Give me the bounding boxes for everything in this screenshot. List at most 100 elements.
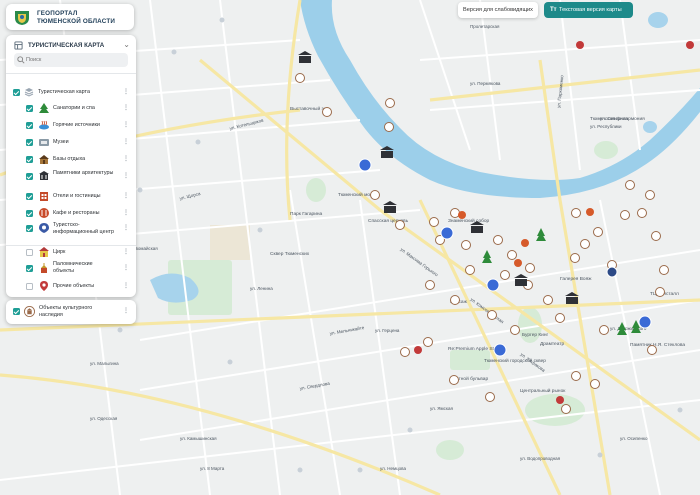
heritage-marker[interactable] bbox=[423, 337, 433, 347]
text-version-button[interactable]: Тт Текстовая версия карты bbox=[544, 2, 633, 18]
heritage-marker[interactable] bbox=[561, 404, 571, 414]
heritage-marker[interactable] bbox=[543, 295, 553, 305]
location-marker[interactable] bbox=[686, 41, 694, 49]
chevron-down-icon[interactable]: ⌄ bbox=[123, 40, 130, 49]
heritage-marker[interactable] bbox=[485, 392, 495, 402]
heritage-marker[interactable] bbox=[599, 325, 609, 335]
hotel-marker[interactable] bbox=[514, 259, 522, 267]
layer-group-row[interactable]: Туристическая карта ⋮ bbox=[6, 86, 136, 100]
more-options-icon[interactable]: ⋮ bbox=[123, 248, 129, 255]
layer-row-museums[interactable]: Музеи ⋮ bbox=[6, 135, 136, 149]
checkbox[interactable] bbox=[26, 249, 33, 256]
heritage-marker[interactable] bbox=[570, 253, 580, 263]
more-options-icon[interactable]: ⋮ bbox=[123, 155, 129, 162]
heritage-layer-panel[interactable]: Объекты культурного наследия ⋮ bbox=[6, 300, 136, 324]
heritage-marker[interactable] bbox=[659, 265, 669, 275]
heritage-marker[interactable] bbox=[465, 265, 475, 275]
heritage-marker[interactable] bbox=[461, 240, 471, 250]
layer-row-pilgrimage[interactable]: Паломнические объекты ⋮ bbox=[6, 260, 136, 278]
info-center-marker[interactable] bbox=[486, 278, 500, 292]
checkbox[interactable] bbox=[13, 308, 20, 315]
layer-row-info-center[interactable]: Туристско-информационный центр ⋮ bbox=[6, 221, 136, 243]
heritage-marker[interactable] bbox=[400, 347, 410, 357]
search-field[interactable] bbox=[14, 53, 128, 67]
heritage-marker[interactable] bbox=[295, 73, 305, 83]
search-input[interactable] bbox=[26, 55, 122, 65]
more-options-icon[interactable]: ⋮ bbox=[123, 172, 129, 179]
checkbox[interactable] bbox=[26, 193, 33, 200]
layer-row-hot-springs[interactable]: Горячие источники ⋮ bbox=[6, 118, 136, 132]
info-center-marker[interactable] bbox=[358, 158, 372, 172]
more-options-icon[interactable]: ⋮ bbox=[123, 88, 129, 95]
heritage-marker[interactable] bbox=[449, 375, 459, 385]
more-options-icon[interactable]: ⋮ bbox=[123, 209, 129, 216]
heritage-marker[interactable] bbox=[384, 122, 394, 132]
checkbox[interactable] bbox=[26, 210, 33, 217]
more-options-icon[interactable]: ⋮ bbox=[123, 121, 129, 128]
heritage-marker[interactable] bbox=[385, 98, 395, 108]
layer-row-recreation[interactable]: Базы отдыха ⋮ bbox=[6, 152, 136, 166]
low-vision-button[interactable]: Версия для слабовидящих bbox=[458, 2, 538, 18]
heritage-marker[interactable] bbox=[593, 227, 603, 237]
heritage-marker[interactable] bbox=[637, 208, 647, 218]
more-options-icon[interactable]: ⋮ bbox=[123, 104, 129, 111]
heritage-marker[interactable] bbox=[510, 325, 520, 335]
layer-row-hotels[interactable]: Отели и гостиницы ⋮ bbox=[6, 189, 136, 203]
hotel-marker[interactable] bbox=[586, 208, 594, 216]
cafe-marker[interactable] bbox=[556, 396, 564, 404]
location-marker[interactable] bbox=[576, 41, 584, 49]
layer-row-circus[interactable]: Цирк ⋮ bbox=[6, 245, 136, 259]
heritage-marker[interactable] bbox=[395, 220, 405, 230]
heritage-marker[interactable] bbox=[620, 210, 630, 220]
heritage-marker[interactable] bbox=[590, 379, 600, 389]
checkbox[interactable] bbox=[26, 139, 33, 146]
info-center-marker[interactable] bbox=[493, 343, 507, 357]
info-center-marker[interactable] bbox=[440, 226, 454, 240]
checkbox[interactable] bbox=[13, 89, 20, 96]
heritage-marker[interactable] bbox=[651, 231, 661, 241]
heritage-marker[interactable] bbox=[655, 287, 665, 297]
heritage-marker[interactable] bbox=[450, 208, 460, 218]
cafe-marker[interactable] bbox=[414, 346, 422, 354]
info-center-marker[interactable] bbox=[606, 266, 618, 278]
heritage-marker[interactable] bbox=[580, 239, 590, 249]
heritage-marker[interactable] bbox=[555, 313, 565, 323]
heritage-marker[interactable] bbox=[487, 310, 497, 320]
heritage-marker[interactable] bbox=[500, 270, 510, 280]
info-center-marker[interactable] bbox=[638, 315, 652, 329]
heritage-marker[interactable] bbox=[647, 345, 657, 355]
hotel-marker[interactable] bbox=[458, 211, 466, 219]
heritage-marker[interactable] bbox=[525, 263, 535, 273]
more-options-icon[interactable]: ⋮ bbox=[123, 192, 129, 199]
layer-row-monuments[interactable]: Памятники архитектуры ⋮ bbox=[6, 168, 136, 186]
more-options-icon[interactable]: ⋮ bbox=[123, 307, 129, 314]
layer-group-header[interactable]: ТУРИСТИЧЕСКАЯ КАРТА ⌄ bbox=[14, 39, 132, 53]
layer-row-cafes[interactable]: Кафе и рестораны ⋮ bbox=[6, 206, 136, 220]
more-options-icon[interactable]: ⋮ bbox=[123, 264, 129, 271]
more-options-icon[interactable]: ⋮ bbox=[123, 138, 129, 145]
checkbox[interactable] bbox=[26, 225, 33, 232]
checkbox[interactable] bbox=[26, 122, 33, 129]
layer-row-sanatorium[interactable]: Санатории и спа ⋮ bbox=[6, 101, 136, 115]
heritage-marker[interactable] bbox=[571, 371, 581, 381]
checkbox[interactable] bbox=[26, 105, 33, 112]
more-options-icon[interactable]: ⋮ bbox=[123, 282, 129, 289]
heritage-marker[interactable] bbox=[450, 295, 460, 305]
heritage-marker[interactable] bbox=[625, 180, 635, 190]
heritage-marker[interactable] bbox=[370, 190, 380, 200]
checkbox[interactable] bbox=[26, 173, 33, 180]
heritage-marker[interactable] bbox=[429, 217, 439, 227]
checkbox[interactable] bbox=[26, 265, 33, 272]
checkbox[interactable] bbox=[26, 156, 33, 163]
checkbox[interactable] bbox=[26, 283, 33, 290]
hotel-marker[interactable] bbox=[521, 239, 529, 247]
heritage-marker[interactable] bbox=[571, 208, 581, 218]
logo-panel[interactable]: ГЕОПОРТАЛ ТЮМЕНСКОЙ ОБЛАСТИ bbox=[6, 4, 134, 30]
more-options-icon[interactable]: ⋮ bbox=[123, 224, 129, 231]
heritage-marker[interactable] bbox=[507, 250, 517, 260]
heritage-marker[interactable] bbox=[425, 280, 435, 290]
layer-row-other[interactable]: Прочие объекты ⋮ bbox=[6, 279, 136, 293]
heritage-marker[interactable] bbox=[322, 107, 332, 117]
heritage-marker[interactable] bbox=[493, 235, 503, 245]
heritage-marker[interactable] bbox=[645, 190, 655, 200]
